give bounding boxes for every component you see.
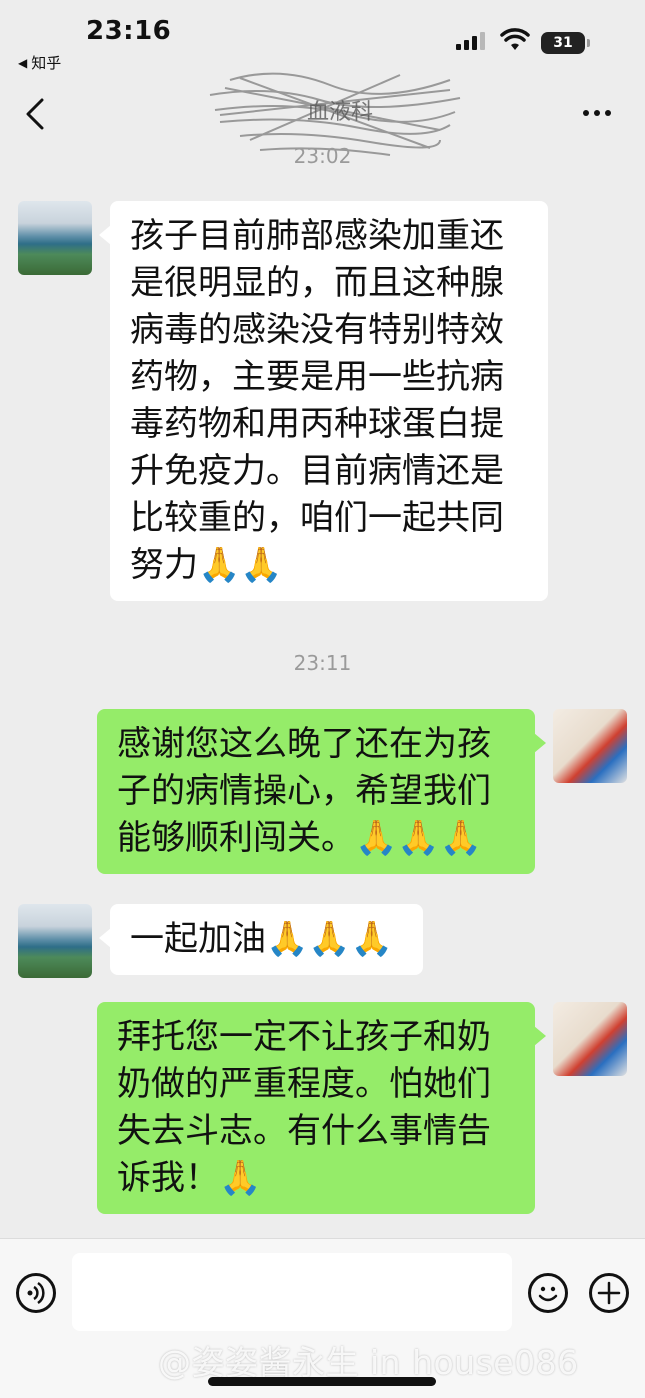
message-input[interactable] xyxy=(72,1253,512,1331)
battery-icon: 31 xyxy=(541,32,590,54)
contact-avatar[interactable] xyxy=(18,201,92,275)
voice-icon xyxy=(27,1281,45,1305)
back-app-label: 知乎 xyxy=(31,54,62,72)
status-time: 23:16 xyxy=(86,16,172,46)
message-bubble-sent[interactable]: 拜托您一定不让孩子和奶奶做的严重程度。怕她们失去斗志。有什么事情告诉我！🙏 xyxy=(97,1002,546,1214)
message-bubble-received[interactable]: 孩子目前肺部感染加重还是很明显的，而且这种腺病毒的感染没有特别特效药物，主要是用… xyxy=(99,201,548,601)
more-options-button[interactable] xyxy=(583,110,611,116)
voice-input-button[interactable] xyxy=(16,1273,56,1313)
message-timestamp: 23:02 xyxy=(293,144,352,168)
more-functions-button[interactable] xyxy=(589,1273,629,1313)
emoji-button[interactable] xyxy=(528,1273,568,1313)
back-to-app-link[interactable]: ◀ 知乎 xyxy=(18,52,61,73)
back-button[interactable] xyxy=(22,96,48,132)
more-dot-icon xyxy=(594,110,600,116)
contact-avatar[interactable] xyxy=(18,904,92,978)
message-bubble-received[interactable]: 一起加油🙏🙏🙏 xyxy=(99,904,423,975)
self-avatar[interactable] xyxy=(553,1002,627,1076)
plus-icon xyxy=(597,1281,621,1305)
emoji-icon xyxy=(538,1286,558,1302)
more-dot-icon xyxy=(583,110,589,116)
self-avatar[interactable] xyxy=(553,709,627,783)
back-triangle-icon: ◀ xyxy=(18,55,28,70)
wifi-icon xyxy=(500,28,530,50)
message-bubble-sent[interactable]: 感谢您这么晚了还在为孩子的病情操心，希望我们能够顺利闯关。🙏🙏🙏 xyxy=(97,709,546,874)
more-dot-icon xyxy=(605,110,611,116)
cellular-signal-icon xyxy=(456,30,485,50)
message-timestamp: 23:11 xyxy=(293,651,352,675)
home-indicator[interactable] xyxy=(208,1377,436,1386)
